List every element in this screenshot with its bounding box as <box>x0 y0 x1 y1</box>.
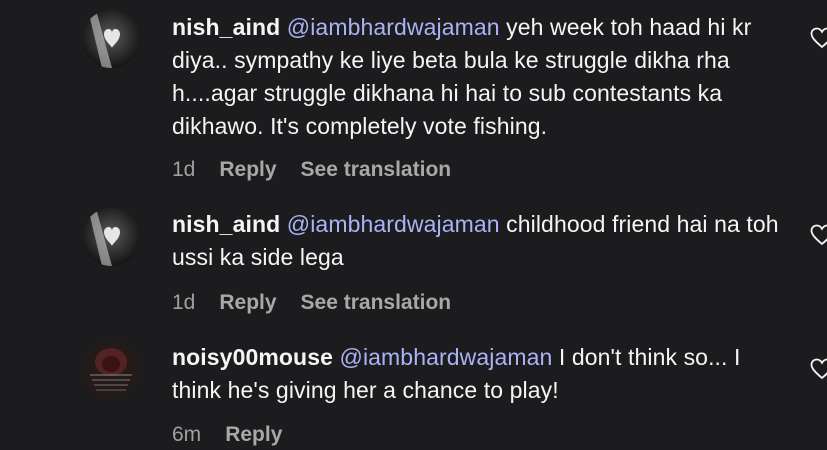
heart-outline-icon[interactable] <box>810 224 827 246</box>
reply-button[interactable]: Reply <box>219 157 276 183</box>
comment-meta: 6m Reply <box>172 422 306 448</box>
reply-button[interactable]: Reply <box>219 290 276 316</box>
mention-link[interactable]: @iambhardwajaman <box>287 14 500 40</box>
comment-text: nish_aind @iambhardwajaman yeh week toh … <box>172 11 784 143</box>
avatar[interactable] <box>82 208 140 266</box>
mention-link[interactable]: @iambhardwajaman <box>340 344 553 370</box>
username[interactable]: noisy00mouse <box>172 344 333 370</box>
timestamp: 6m <box>172 423 202 446</box>
timestamp: 1d <box>172 158 196 181</box>
mention-link[interactable]: @iambhardwajaman <box>287 211 500 237</box>
reply-button[interactable]: Reply <box>225 422 282 448</box>
avatar[interactable] <box>82 340 140 398</box>
comment-text: noisy00mouse @iambhardwajaman I don't th… <box>172 341 784 407</box>
comment-text: nish_aind @iambhardwajaman childhood fri… <box>172 208 784 274</box>
comment-meta: 1d Reply See translation <box>172 290 451 316</box>
avatar[interactable] <box>82 10 140 68</box>
comment-meta: 1d Reply See translation <box>172 157 451 183</box>
see-translation-button[interactable]: See translation <box>301 290 452 316</box>
see-translation-button[interactable]: See translation <box>301 157 452 183</box>
username[interactable]: nish_aind <box>172 211 280 237</box>
heart-outline-icon[interactable] <box>810 27 827 49</box>
heart-outline-icon[interactable] <box>810 358 827 380</box>
username[interactable]: nish_aind <box>172 14 280 40</box>
timestamp: 1d <box>172 291 196 314</box>
